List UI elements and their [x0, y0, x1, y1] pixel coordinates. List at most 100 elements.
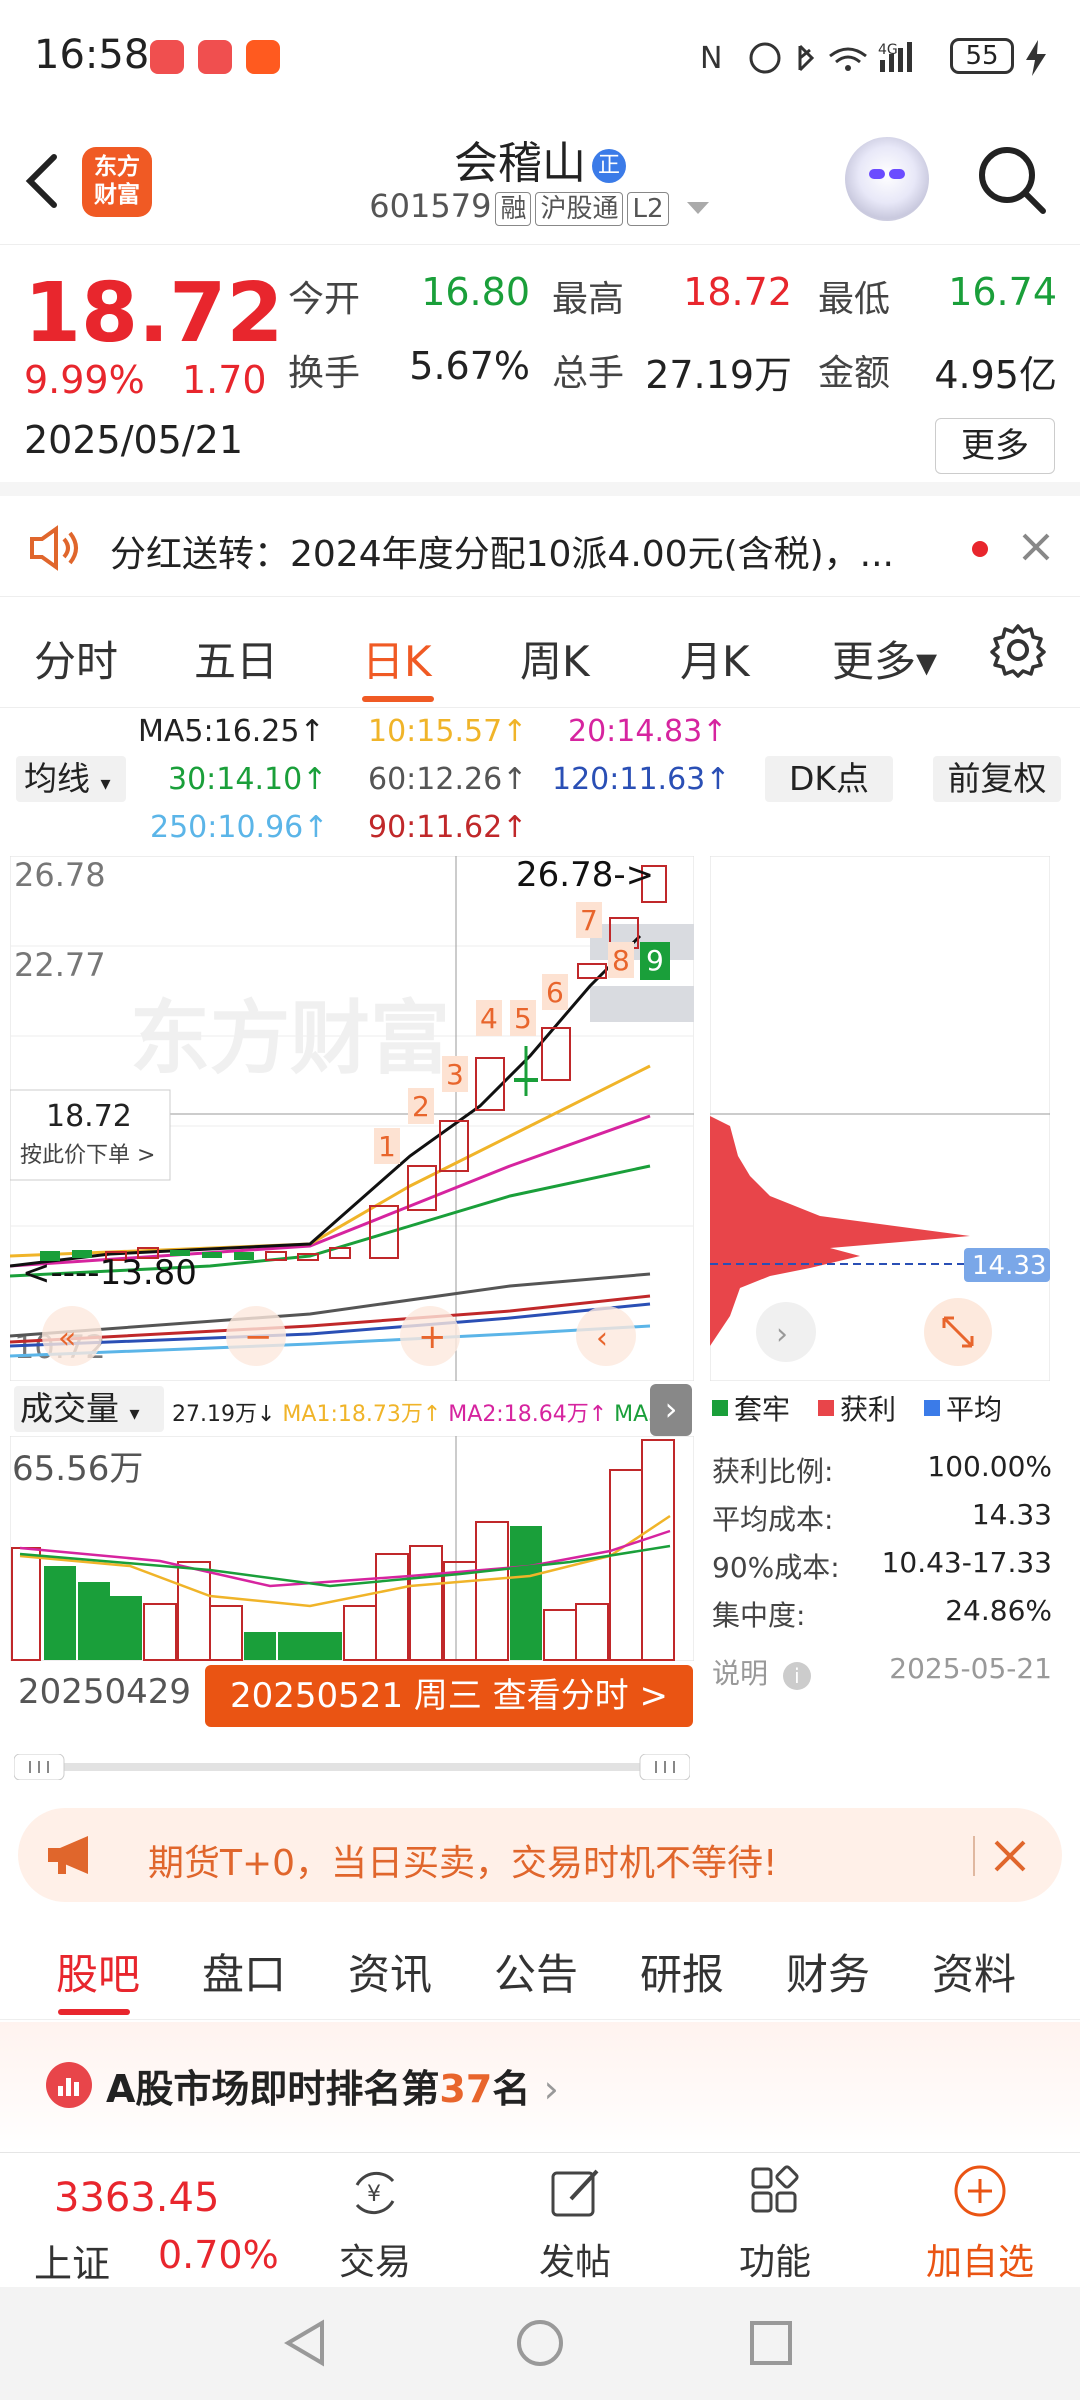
nav-back-icon[interactable] — [280, 2317, 330, 2369]
turnover-value: 5.67% — [409, 344, 530, 388]
tag-l2: L2 — [627, 192, 669, 226]
kline-chart[interactable]: 东方财富 26.78 22.77 10.72 1 2 — [10, 856, 694, 1381]
legend-trapped: 套牢 — [734, 1393, 791, 1426]
ma30-value: 30:14.10↑ — [168, 762, 328, 797]
svg-text:18.72: 18.72 — [46, 1099, 132, 1134]
name-badge-icon: 正 — [592, 149, 626, 183]
rank-text: A股市场即时排名第37名 › — [106, 2067, 559, 2111]
status-time: 16:58 — [34, 32, 150, 78]
volume-chart[interactable]: 65.56万 — [10, 1436, 694, 1661]
svg-text:4G: 4G — [878, 42, 898, 58]
dividend-notice[interactable]: 分红送转：2024年度分配10派4.00元(含税)，... — [0, 497, 1080, 597]
add-watchlist-label: 加自选 — [925, 2242, 1034, 2283]
ma90-value: 90:11.62↑ — [368, 810, 528, 845]
gear-icon[interactable] — [990, 622, 1046, 678]
volume-legend: 27.19万↓ MA1:18.73万↑ MA2:18.64万↑ MA3:20.8… — [172, 1396, 652, 1428]
trade-icon: ¥ — [355, 2171, 395, 2215]
dk-point-button[interactable]: DK点 — [765, 756, 893, 802]
ma-selector-label: 均线 — [24, 759, 90, 798]
tab-finance[interactable]: 财务 — [786, 1941, 870, 2002]
active-tab-indicator — [58, 2009, 130, 2015]
tag-connect: 沪股通 — [535, 192, 624, 226]
volume-ma2: MA2:18.64万↑ — [448, 1402, 608, 1427]
svg-text:+: + — [418, 1317, 447, 1357]
watermark: 东方财富 — [130, 992, 450, 1085]
tab-month-k[interactable]: 月K — [680, 628, 750, 689]
ma5-value: MA5:16.25↑ — [138, 714, 325, 749]
high-annotation: 26.78-> — [516, 856, 654, 895]
ma60-value: 60:12.26↑ — [368, 762, 528, 797]
index-percent: 0.70% — [158, 2233, 279, 2277]
close-icon[interactable] — [992, 1838, 1028, 1874]
tab-more[interactable]: 更多▾ — [832, 628, 937, 689]
chip-profit-ratio: 获利比例: 100.00% — [712, 1450, 1052, 1488]
index-name: 上证 — [34, 2242, 111, 2286]
battery-indicator: 55 — [950, 38, 1014, 74]
start-date: 20250429 — [18, 1672, 192, 1712]
close-icon[interactable] — [1020, 531, 1052, 563]
nav-home-icon[interactable] — [514, 2317, 566, 2369]
tab-announcements[interactable]: 公告 — [494, 1941, 578, 2002]
chip-avg-cost: 平均成本: 14.33 — [712, 1498, 1052, 1536]
promo-banner[interactable]: 期货T+0，当日买卖，交易时机不等待! — [18, 1808, 1062, 1902]
legend-profit: 获利 — [840, 1393, 897, 1426]
price-tip[interactable]: 18.72 按此价下单 > — [10, 1089, 171, 1181]
turnover-label: 换手 — [288, 353, 361, 394]
unread-dot-icon — [972, 541, 988, 557]
tab-research[interactable]: 研报 — [640, 1941, 724, 2002]
tab-orderbook[interactable]: 盘口 — [202, 1941, 286, 2002]
tab-five-day[interactable]: 五日 — [194, 628, 278, 689]
trade-button[interactable]: ¥ 交易 — [300, 2153, 450, 2288]
notification-icon — [150, 40, 184, 74]
amount-value: 4.95亿 — [934, 353, 1057, 397]
market-rank-banner[interactable]: A股市场即时排名第37名 › — [0, 2022, 1080, 2152]
svg-text:−: − — [244, 1317, 273, 1357]
search-icon[interactable] — [975, 143, 1050, 218]
stock-code[interactable]: 601579 融沪股通 L2 — [240, 187, 840, 226]
period-tabs: 分时 五日 日K 周K 月K 更多▾ — [0, 598, 1080, 708]
tab-news[interactable]: 资讯 — [348, 1941, 432, 2002]
tab-minute[interactable]: 分时 — [34, 628, 118, 689]
adjustment-button[interactable]: 前复权 — [933, 756, 1061, 802]
add-watchlist-button[interactable]: 加自选 — [905, 2153, 1055, 2288]
tab-week-k[interactable]: 周K — [520, 628, 590, 689]
more-quote-button[interactable]: 更多 — [935, 418, 1055, 474]
back-arrow-icon[interactable] — [22, 151, 62, 211]
speaker-icon — [30, 525, 78, 571]
svg-text:3: 3 — [446, 1058, 464, 1091]
svg-text:4: 4 — [480, 1002, 498, 1035]
assistant-robot-icon[interactable] — [845, 137, 929, 221]
legend-swatch-average — [924, 1400, 941, 1416]
chip-note[interactable]: 说明 i 2025-05-21 — [712, 1652, 1052, 1692]
legend-average: 平均 — [946, 1393, 1003, 1426]
trade-label: 交易 — [338, 2242, 411, 2283]
nav-recents-icon[interactable] — [746, 2317, 796, 2369]
y-axis-mid: 22.77 — [14, 946, 106, 984]
tag-margin: 融 — [495, 192, 532, 226]
current-price: 18.72 — [24, 266, 284, 361]
charging-icon — [1026, 40, 1046, 76]
high-value: 18.72 — [683, 270, 792, 314]
add-circle-icon — [954, 2165, 1006, 2217]
expand-arrow-icon[interactable]: › — [650, 1384, 692, 1436]
svg-text:¥: ¥ — [367, 2182, 381, 2207]
functions-button[interactable]: 功能 — [700, 2153, 850, 2288]
tab-profile[interactable]: 资料 — [932, 1941, 1016, 2002]
svg-text:›: › — [776, 1317, 788, 1352]
tab-forum[interactable]: 股吧 — [56, 1941, 140, 2002]
chart-scrollbar[interactable] — [14, 1754, 690, 1780]
volume-ma3: MA3:20.82万↑ — [614, 1402, 652, 1427]
chip-distribution-chart[interactable]: 14.33 › — [710, 856, 1050, 1381]
change-percent: 9.99% — [24, 358, 145, 402]
view-intraday-button[interactable]: 20250521 周三 查看分时 > — [205, 1665, 693, 1727]
index-ticker[interactable]: 3363.45 上证 0.70% — [0, 2153, 290, 2288]
svg-text:6: 6 — [546, 976, 564, 1009]
ma-selector[interactable]: 均线 ▾ — [16, 756, 126, 802]
tab-day-k[interactable]: 日K — [362, 628, 432, 689]
post-button[interactable]: 发帖 — [500, 2153, 650, 2288]
note-date: 2025-05-21 — [889, 1652, 1052, 1685]
svg-text:5: 5 — [514, 1002, 532, 1035]
change-amount: 1.70 — [182, 358, 267, 402]
legend-swatch-profit — [818, 1400, 835, 1416]
indicator-selector[interactable]: 成交量 ▾ — [14, 1386, 164, 1432]
